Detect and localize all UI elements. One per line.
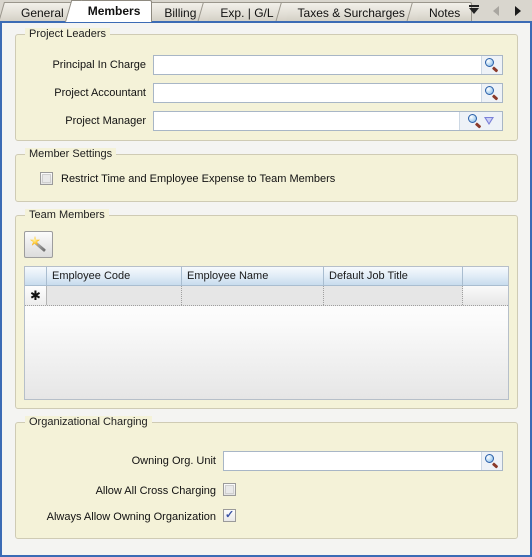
- owning-org-unit-lookup-button[interactable]: [481, 452, 502, 470]
- tab-strip: General Members Billing Exp. | G/L Taxes…: [0, 0, 532, 22]
- group-project-leaders-title: Project Leaders: [25, 28, 111, 40]
- grid-header-row: Employee Code Employee Name Default Job …: [25, 267, 508, 286]
- always-allow-owning-organization-checkbox[interactable]: ✓: [223, 509, 236, 522]
- grid-header-actions[interactable]: [463, 267, 508, 285]
- tab-scroll-right-icon[interactable]: [511, 4, 524, 18]
- label-always-allow-owning-organization: Always Allow Owning Organization: [46, 511, 216, 523]
- group-project-leaders: Project Leaders Principal In Charge Proj…: [15, 28, 518, 141]
- cell-row-action[interactable]: [463, 286, 508, 305]
- people-icon: [478, 289, 494, 302]
- restrict-time-expense-label: Restrict Time and Employee Expense to Te…: [61, 173, 336, 185]
- field-project-accountant[interactable]: [153, 83, 503, 103]
- label-project-manager: Project Manager: [65, 115, 146, 127]
- cell-employee-code[interactable]: [47, 286, 182, 305]
- tab-nav-controls: [467, 0, 530, 22]
- tab-taxes-surcharges[interactable]: Taxes & Surcharges: [274, 2, 417, 22]
- group-team-members-title: Team Members: [25, 209, 109, 221]
- group-organizational-charging-title: Organizational Charging: [25, 416, 152, 428]
- grid-header-default-job-title[interactable]: Default Job Title: [324, 267, 463, 285]
- magic-wand-button[interactable]: [24, 231, 53, 258]
- tab-page-members: Project Leaders Principal In Charge Proj…: [0, 21, 532, 557]
- field-project-manager[interactable]: [153, 111, 503, 131]
- project-manager-lookup-button[interactable]: [459, 112, 502, 130]
- tab-members[interactable]: Members: [64, 0, 153, 22]
- label-owning-org-unit: Owning Org. Unit: [131, 455, 216, 467]
- tab-scroll-left-icon[interactable]: [489, 4, 502, 18]
- cell-default-job-title[interactable]: [324, 286, 463, 305]
- checkbox-inner: [42, 174, 51, 183]
- magnifier-icon: [485, 58, 499, 73]
- principal-in-charge-input[interactable]: [154, 56, 481, 74]
- new-row-marker[interactable]: ✱: [25, 286, 47, 305]
- tab-taxes-surcharges-label: Taxes & Surcharges: [297, 6, 405, 20]
- owning-org-unit-input[interactable]: [224, 452, 481, 470]
- tab-members-label: Members: [87, 4, 141, 18]
- tab-billing-label: Billing: [164, 6, 197, 20]
- group-team-members: Team Members Employee Code Employee Name…: [15, 209, 518, 409]
- tab-notes-label: Notes: [428, 6, 461, 20]
- tab-general-label: General: [21, 6, 64, 20]
- group-organizational-charging: Organizational Charging Owning Org. Unit…: [15, 416, 518, 539]
- grid-header-rowmarker: [25, 267, 47, 285]
- cell-employee-name[interactable]: [182, 286, 324, 305]
- label-principal-in-charge: Principal In Charge: [52, 59, 146, 71]
- magnifier-icon: [468, 114, 482, 129]
- label-allow-all-cross-charging: Allow All Cross Charging: [95, 485, 216, 497]
- grid-header-employee-name[interactable]: Employee Name: [182, 267, 324, 285]
- project-accountant-input[interactable]: [154, 84, 481, 102]
- tab-exp-gl[interactable]: Exp. | G/L: [197, 2, 286, 22]
- allow-all-cross-charging-checkbox[interactable]: [223, 483, 236, 496]
- checkbox-inner: [225, 485, 234, 494]
- group-member-settings-title: Member Settings: [25, 148, 117, 160]
- tab-list: General Members Billing Exp. | G/L Taxes…: [0, 0, 473, 22]
- field-principal-in-charge[interactable]: [153, 55, 503, 75]
- grid-new-row[interactable]: ✱: [25, 286, 508, 306]
- label-project-accountant: Project Accountant: [54, 87, 146, 99]
- restrict-time-expense-checkbox[interactable]: [40, 172, 53, 185]
- principal-in-charge-lookup-button[interactable]: [481, 56, 502, 74]
- project-manager-input[interactable]: [154, 112, 459, 130]
- tab-exp-gl-label: Exp. | G/L: [220, 6, 274, 20]
- grid-header-employee-code[interactable]: Employee Code: [47, 267, 182, 285]
- team-members-grid[interactable]: Employee Code Employee Name Default Job …: [24, 266, 509, 400]
- group-member-settings: Member Settings Restrict Time and Employ…: [15, 148, 518, 202]
- magnifier-icon: [485, 454, 499, 469]
- chevron-down-icon[interactable]: [484, 117, 494, 125]
- tab-notes[interactable]: Notes: [405, 2, 473, 22]
- project-accountant-lookup-button[interactable]: [481, 84, 502, 102]
- magnifier-icon: [485, 86, 499, 101]
- magic-wand-icon: [30, 236, 47, 253]
- tab-list-dropdown-icon[interactable]: [467, 4, 480, 18]
- field-owning-org-unit[interactable]: [223, 451, 503, 471]
- checkmark-icon: ✓: [225, 509, 235, 521]
- tab-left-edge: [0, 2, 15, 22]
